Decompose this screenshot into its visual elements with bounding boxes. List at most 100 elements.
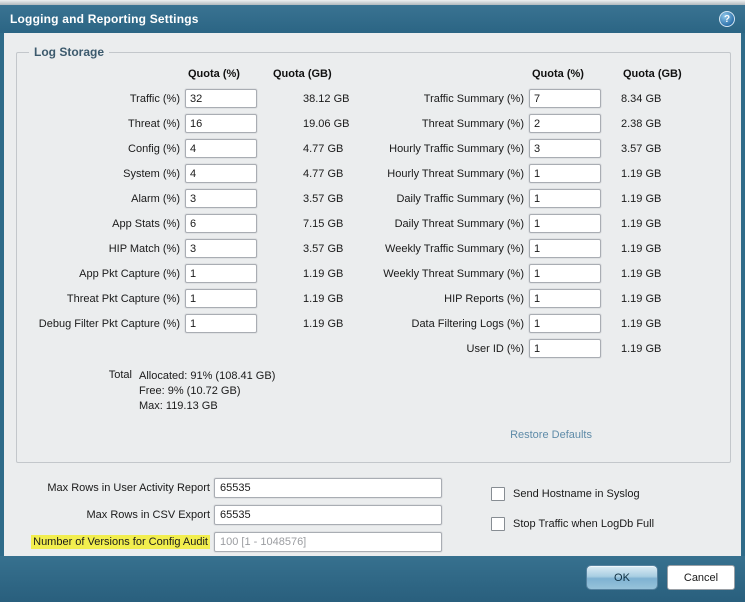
quota-input[interactable] — [185, 239, 257, 258]
quota-row-label: Alarm (%) — [131, 192, 180, 205]
total-free: Free: 9% (10.72 GB) — [139, 385, 241, 397]
quota-row-label: System (%) — [123, 167, 180, 180]
quota-gb-value: 1.19 GB — [621, 342, 662, 355]
quota-gb-value: 1.19 GB — [621, 167, 662, 180]
log-storage-legend: Log Storage — [34, 45, 105, 59]
quota-input[interactable] — [529, 89, 601, 108]
send-hostname-checkbox[interactable] — [491, 487, 505, 501]
quota-row-label: Daily Traffic Summary (%) — [396, 192, 524, 205]
quota-row-label: Hourly Threat Summary (%) — [387, 167, 524, 180]
left-quota-grid: Quota (%) Quota (GB) Traffic (%) 38.12 G… — [25, 61, 377, 336]
quota-row-label: User ID (%) — [466, 342, 524, 355]
quota-row-label: Daily Threat Summary (%) — [394, 217, 524, 230]
restore-defaults-link[interactable]: Restore Defaults — [510, 429, 592, 441]
quota-gb-value: 2.38 GB — [621, 117, 662, 130]
quota-gb-value: 3.57 GB — [303, 242, 344, 255]
max-rows-user-activity-label: Max Rows in User Activity Report — [47, 481, 210, 494]
quota-row-label: Traffic (%) — [129, 92, 180, 105]
quota-percent-header: Quota (%) — [532, 67, 584, 80]
quota-row-label: Threat Pkt Capture (%) — [66, 292, 180, 305]
quota-row-label: Weekly Traffic Summary (%) — [385, 242, 524, 255]
quota-input[interactable] — [529, 239, 601, 258]
quota-input[interactable] — [185, 314, 257, 333]
config-audit-versions-input[interactable] — [214, 531, 442, 552]
stop-traffic-checkbox[interactable] — [491, 517, 505, 531]
log-storage-section: Log Storage Quota (%) Quota (GB) Traffic… — [16, 45, 731, 463]
dialog-body: Log Storage Quota (%) Quota (GB) Traffic… — [4, 33, 741, 556]
total-max: Max: 119.13 GB — [139, 400, 218, 412]
total-label: Total — [108, 369, 132, 381]
stop-traffic-label: Stop Traffic when LogDb Full — [513, 518, 655, 530]
send-hostname-row: Send Hostname in Syslog — [491, 479, 654, 509]
quota-gb-header: Quota (GB) — [623, 67, 682, 80]
quota-gb-value: 7.15 GB — [303, 217, 344, 230]
quota-columns: Quota (%) Quota (GB) Traffic (%) 38.12 G… — [25, 61, 724, 361]
quota-gb-value: 4.77 GB — [303, 167, 344, 180]
quota-input[interactable] — [185, 139, 257, 158]
quota-gb-value: 3.57 GB — [303, 192, 344, 205]
quota-row-label: Threat Summary (%) — [421, 117, 524, 130]
quota-input[interactable] — [529, 289, 601, 308]
send-hostname-label: Send Hostname in Syslog — [513, 488, 640, 500]
quota-row-label: Debug Filter Pkt Capture (%) — [38, 317, 180, 330]
quota-input[interactable] — [529, 214, 601, 233]
dialog-title: Logging and Reporting Settings — [10, 12, 199, 26]
quota-input[interactable] — [529, 314, 601, 333]
quota-gb-value: 19.06 GB — [303, 117, 350, 130]
quota-gb-value: 1.19 GB — [621, 217, 662, 230]
quota-row-label: Hourly Traffic Summary (%) — [389, 142, 524, 155]
total-values: Allocated: 91% (108.41 GB) Free: 9% (10.… — [139, 369, 275, 414]
quota-gb-value: 1.19 GB — [303, 317, 344, 330]
quota-gb-value: 1.19 GB — [621, 292, 662, 305]
quota-input[interactable] — [529, 339, 601, 358]
quota-row-label: HIP Reports (%) — [444, 292, 524, 305]
max-rows-csv-export-label: Max Rows in CSV Export — [86, 508, 210, 521]
quota-gb-value: 4.77 GB — [303, 142, 344, 155]
quota-gb-value: 1.19 GB — [303, 292, 344, 305]
checkbox-group: Send Hostname in Syslog Stop Traffic whe… — [491, 474, 654, 555]
bottom-settings: Max Rows in User Activity Report Max Row… — [4, 474, 741, 555]
quota-row-label: App Stats (%) — [112, 217, 180, 230]
quota-row-label: Traffic Summary (%) — [423, 92, 524, 105]
quota-input[interactable] — [529, 264, 601, 283]
quota-input[interactable] — [529, 114, 601, 133]
quota-gb-value: 1.19 GB — [621, 267, 662, 280]
bottom-fields-grid: Max Rows in User Activity Report Max Row… — [20, 474, 444, 555]
cancel-button[interactable]: Cancel — [667, 565, 735, 590]
quota-gb-value: 1.19 GB — [621, 192, 662, 205]
max-rows-user-activity-input[interactable] — [214, 477, 442, 498]
quota-row-label: Config (%) — [128, 142, 180, 155]
quota-row-label: Threat (%) — [128, 117, 180, 130]
quota-input[interactable] — [185, 114, 257, 133]
quota-gb-value: 8.34 GB — [621, 92, 662, 105]
logging-reporting-settings-dialog: Logging and Reporting Settings ? Log Sto… — [0, 0, 745, 602]
ok-button[interactable]: OK — [586, 565, 658, 590]
quota-input[interactable] — [185, 264, 257, 283]
quota-gb-header: Quota (GB) — [273, 67, 332, 80]
quota-gb-value: 1.19 GB — [621, 242, 662, 255]
dialog-titlebar: Logging and Reporting Settings ? — [0, 5, 745, 33]
highlighted-label-text: Number of Versions for Config Audit — [31, 534, 210, 549]
total-allocated: Allocated: 91% (108.41 GB) — [139, 370, 276, 382]
quota-input[interactable] — [185, 164, 257, 183]
quota-row-label: HIP Match (%) — [108, 242, 180, 255]
quota-input[interactable] — [185, 89, 257, 108]
quota-input[interactable] — [529, 164, 601, 183]
quota-row-label: App Pkt Capture (%) — [79, 267, 180, 280]
quota-input[interactable] — [529, 189, 601, 208]
quota-percent-header: Quota (%) — [188, 67, 240, 80]
config-audit-versions-label: Number of Versions for Config Audit — [20, 534, 214, 549]
quota-input[interactable] — [185, 289, 257, 308]
total-summary: Total Allocated: 91% (108.41 GB) Free: 9… — [25, 369, 724, 414]
quota-input[interactable] — [185, 189, 257, 208]
quota-row-label: Weekly Threat Summary (%) — [383, 267, 524, 280]
quota-gb-value: 1.19 GB — [621, 317, 662, 330]
right-quota-grid: Quota (%) Quota (GB) Traffic Summary (%)… — [377, 61, 722, 361]
quota-gb-value: 1.19 GB — [303, 267, 344, 280]
dialog-footer: OK Cancel — [0, 556, 745, 602]
stop-traffic-row: Stop Traffic when LogDb Full — [491, 509, 654, 539]
max-rows-csv-export-input[interactable] — [214, 504, 442, 525]
quota-input[interactable] — [529, 139, 601, 158]
quota-input[interactable] — [185, 214, 257, 233]
help-icon[interactable]: ? — [719, 11, 735, 27]
